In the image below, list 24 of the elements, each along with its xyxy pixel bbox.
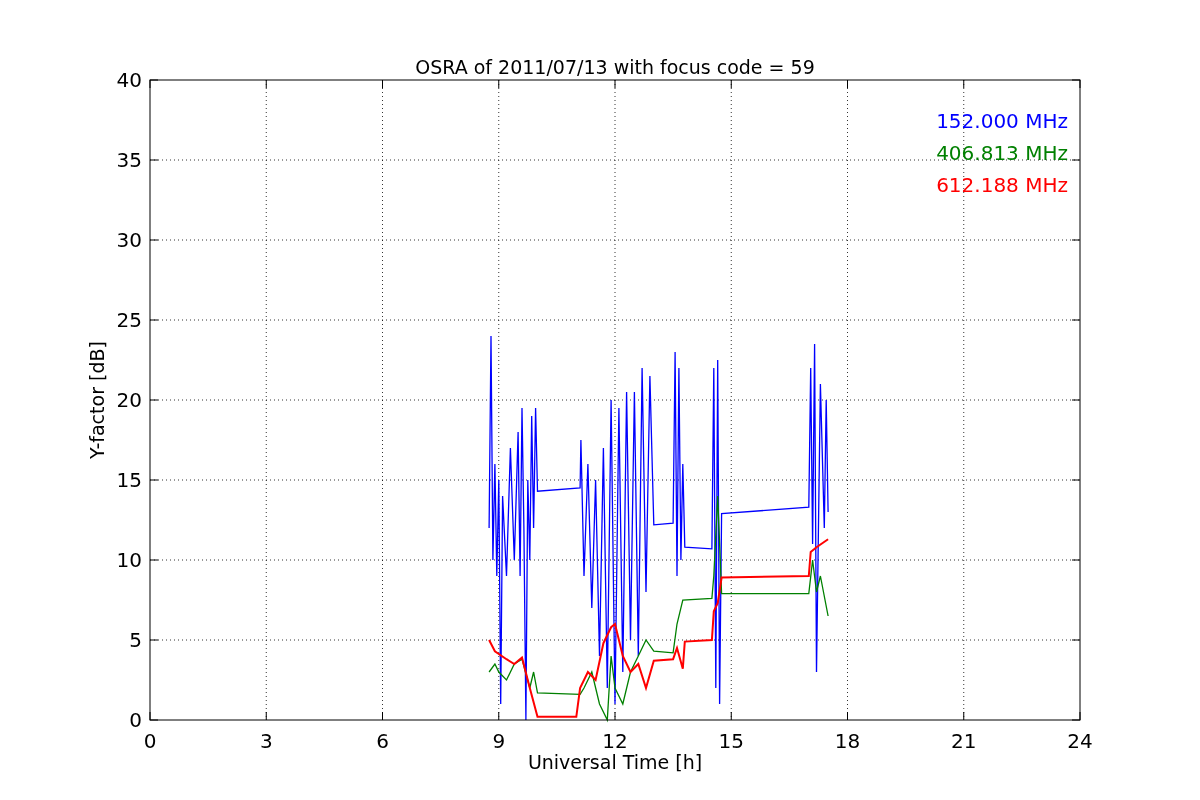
y-tick-label: 35 bbox=[116, 148, 142, 172]
x-tick-label: 18 bbox=[834, 729, 861, 753]
x-tick-label: 24 bbox=[1067, 729, 1093, 753]
x-tick-label: 6 bbox=[376, 729, 389, 753]
x-tick-label: 12 bbox=[602, 729, 628, 753]
y-tick-label: 15 bbox=[116, 468, 142, 492]
x-tick-label: 0 bbox=[143, 729, 157, 753]
y-tick-label: 10 bbox=[116, 548, 142, 572]
y-tick-label: 20 bbox=[116, 388, 142, 412]
legend-label: 612.188 MHz bbox=[936, 173, 1068, 197]
x-tick-label: 3 bbox=[259, 729, 273, 753]
x-axis-label: Universal Time [h] bbox=[527, 751, 703, 773]
y-tick-label: 25 bbox=[116, 308, 142, 332]
y-tick-label: 30 bbox=[116, 228, 142, 252]
x-tick-label: 21 bbox=[951, 729, 977, 753]
y-axis-label: Y-factor [dB] bbox=[86, 341, 108, 459]
legend-label: 152.000 MHz bbox=[936, 109, 1068, 133]
x-tick-label: 15 bbox=[718, 729, 744, 753]
x-tick-label: 9 bbox=[492, 729, 506, 753]
legend-label: 406.813 MHz bbox=[936, 141, 1068, 165]
y-tick-label: 0 bbox=[129, 708, 142, 732]
chart-title: OSRA of 2011/07/13 with focus code = 59 bbox=[415, 56, 815, 78]
y-tick-label: 5 bbox=[129, 628, 142, 652]
y-tick-label: 40 bbox=[116, 68, 142, 92]
